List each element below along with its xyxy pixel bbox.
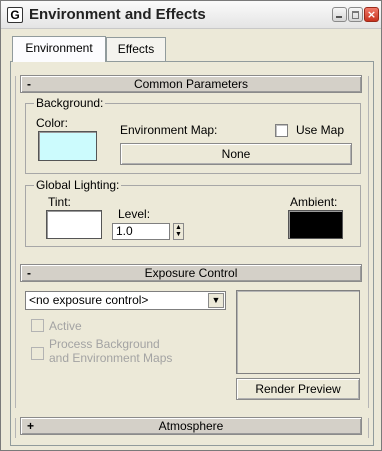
active-checkbox[interactable] [31,319,44,332]
use-map-checkbox[interactable] [275,124,288,137]
rollout-title: Atmosphere [158,419,224,433]
close-button[interactable]: × [364,7,379,22]
environment-tab-panel: - Common Parameters Background: Color: E… [10,61,374,446]
active-label: Active [49,319,82,333]
exposure-preview-area [236,290,360,374]
level-label: Level: [118,207,151,221]
spinner-down-icon[interactable]: ▼ [174,231,183,238]
close-icon: × [366,8,377,21]
background-group-label: Background: [34,96,106,110]
dropdown-selected-value: <no exposure control> [29,293,149,307]
level-spinner[interactable]: ▲ ▼ [173,223,184,240]
color-label: Color: [36,116,69,130]
ambient-color-swatch[interactable] [288,210,343,239]
process-background-label-line2: and Environment Maps [49,351,173,365]
exposure-control-dropdown[interactable]: <no exposure control> ▼ [25,291,226,310]
tab-environment[interactable]: Environment [12,36,106,62]
title-bar[interactable]: G Environment and Effects × [1,1,381,29]
spinner-up-icon[interactable]: ▲ [174,224,183,231]
use-map-label: Use Map [296,123,345,137]
ambient-label: Ambient: [290,195,338,209]
background-color-swatch[interactable] [38,131,97,161]
environment-effects-window: G Environment and Effects × Environment … [0,0,382,451]
environment-map-label: Environment Map: [120,123,218,137]
common-parameters-header[interactable]: - Common Parameters [20,75,362,93]
environment-map-button[interactable]: None [120,143,352,165]
render-preview-button[interactable]: Render Preview [236,378,360,400]
maximize-icon [349,8,362,21]
chevron-down-icon[interactable]: ▼ [208,293,224,308]
rollout-title: Common Parameters [133,77,249,91]
exposure-control-header[interactable]: - Exposure Control [20,264,362,282]
atmosphere-header[interactable]: + Atmosphere [20,417,362,435]
process-background-checkbox[interactable] [31,347,44,360]
rollout-title: Exposure Control [144,266,238,280]
level-field[interactable]: 1.0 [112,223,170,240]
process-background-label-line1: Process Background [49,337,160,351]
tint-color-swatch[interactable] [46,210,102,239]
tint-label: Tint: [48,195,71,209]
global-lighting-group-label: Global Lighting: [34,178,122,192]
minimize-button[interactable] [332,7,347,22]
maximize-button[interactable] [348,7,363,22]
minimize-icon [333,8,346,21]
app-icon: G [7,7,23,23]
window-title: Environment and Effects [29,6,206,23]
tab-effects[interactable]: Effects [106,37,166,61]
